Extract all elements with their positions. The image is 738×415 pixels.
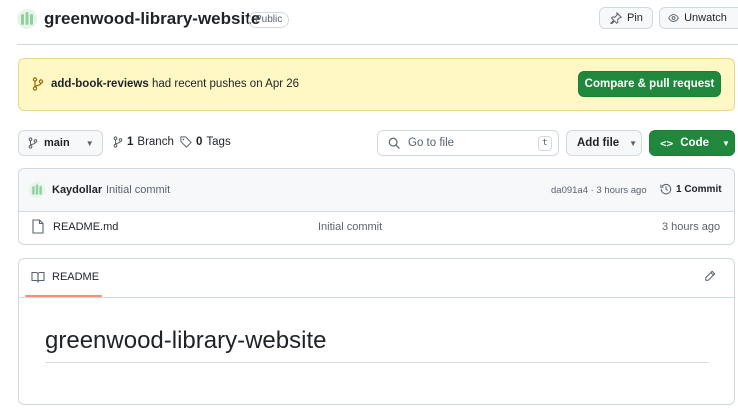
push-banner-message: had recent pushes on Apr 26 xyxy=(151,78,300,90)
git-branch-icon xyxy=(32,77,44,91)
branches-label: Branch xyxy=(137,136,174,148)
file-icon xyxy=(32,219,44,234)
history-icon xyxy=(660,183,672,195)
file-commit-message[interactable]: Initial commit xyxy=(318,221,382,233)
unwatch-label: Unwatch xyxy=(684,12,727,24)
tag-icon xyxy=(180,136,192,148)
pushed-branch-name[interactable]: add-book-reviews xyxy=(51,78,149,90)
branches-count: 1 xyxy=(127,136,134,148)
tags-count: 0 xyxy=(196,136,203,148)
code-label: Code xyxy=(680,137,709,149)
heading-rule xyxy=(45,362,709,363)
commit-author[interactable]: Kaydollar xyxy=(52,184,102,196)
add-file-label: Add file xyxy=(577,137,620,149)
add-file-button[interactable]: Add file ▼ xyxy=(566,130,642,156)
push-banner-text: add-book-reviews had recent pushes on Ap… xyxy=(51,78,299,90)
repo-owner-avatar[interactable] xyxy=(17,9,37,29)
file-commit-time: 3 hours ago xyxy=(662,221,721,233)
commit-count-label: 1 Commit xyxy=(676,183,722,195)
pin-button[interactable]: Pin xyxy=(599,7,653,29)
tags-label: Tags xyxy=(206,136,231,148)
commit-hash-time[interactable]: da091a4 · 3 hours ago xyxy=(551,185,647,196)
code-brackets-icon: <> xyxy=(660,136,674,150)
commit-history-link[interactable]: 1 Commit xyxy=(660,183,722,195)
pin-label: Pin xyxy=(627,12,643,24)
eye-icon xyxy=(668,14,679,22)
caret-down-icon: ▼ xyxy=(629,138,638,148)
shortcut-key: t xyxy=(538,136,552,151)
tags-link[interactable]: 0 Tags xyxy=(180,136,231,148)
go-to-file-placeholder: Go to file xyxy=(408,137,455,149)
repo-name[interactable]: greenwood-library-website xyxy=(44,9,260,29)
caret-down-icon: ▼ xyxy=(85,138,94,148)
code-button[interactable]: <> Code ▼ xyxy=(649,130,735,156)
commit-message[interactable]: Initial commit xyxy=(106,184,170,196)
compare-pull-request-button[interactable]: Compare & pull request xyxy=(578,71,721,97)
go-to-file-input[interactable]: Go to file t xyxy=(377,130,559,156)
branch-selector[interactable]: main ▼ xyxy=(18,130,103,156)
branches-link[interactable]: 1 Branch xyxy=(113,136,174,148)
caret-down-icon: ▼ xyxy=(722,138,730,148)
readme-tab[interactable]: README xyxy=(52,271,99,283)
book-icon xyxy=(31,271,45,283)
pin-icon xyxy=(610,12,622,24)
readme-divider xyxy=(19,297,734,298)
current-branch: main xyxy=(44,137,70,149)
readme-heading: greenwood-library-website xyxy=(45,327,327,354)
git-branch-icon xyxy=(113,136,123,148)
unwatch-button[interactable]: Unwatch 1 xyxy=(659,7,738,29)
author-avatar[interactable] xyxy=(29,182,45,198)
header-divider xyxy=(17,44,738,45)
search-icon xyxy=(388,137,400,149)
file-name-link[interactable]: README.md xyxy=(53,221,118,233)
file-table xyxy=(18,168,735,245)
pencil-icon[interactable] xyxy=(704,270,716,282)
visibility-badge: Public xyxy=(248,12,290,28)
git-branch-icon xyxy=(28,137,38,149)
